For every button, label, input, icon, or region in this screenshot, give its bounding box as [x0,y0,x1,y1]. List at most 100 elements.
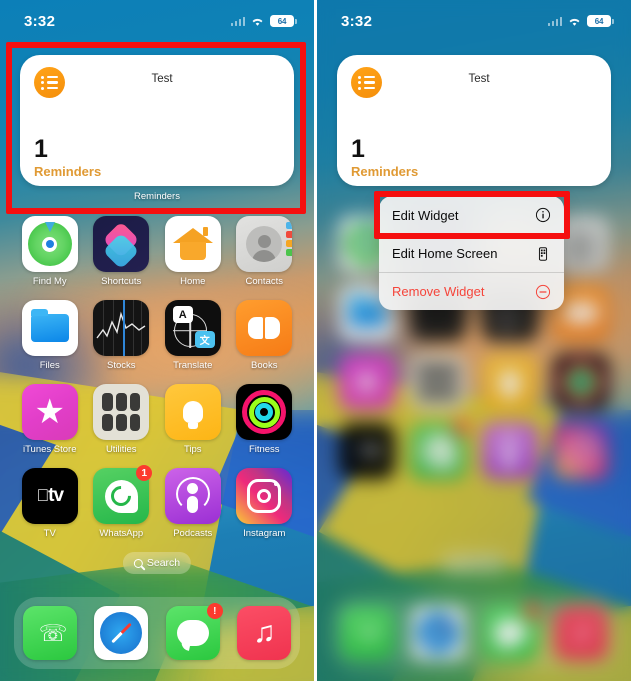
tips-icon [164,384,221,440]
app-label: TV [43,528,56,539]
context-menu-label: Edit Widget [392,207,459,223]
info-circle-icon [534,207,551,224]
dock: ☏ ! ♫ [14,597,300,669]
app-label: Instagram [243,528,286,539]
wifi-icon [567,16,582,27]
phone-screen-right: 3:32 64 ★ tv [317,0,631,681]
cellular-signal-icon [230,16,245,26]
contacts-icon [236,216,293,272]
files-icon [21,300,78,356]
app-tips[interactable]: Tips [157,384,229,455]
app-grid: Find My Shortcuts Home Contacts Files St… [0,216,314,539]
translate-source-letter: A [172,306,193,323]
translate-icon: A 文 [164,300,221,356]
app-utilities[interactable]: Utilities [86,384,158,455]
widget-title: Test [468,73,490,85]
app-fitness[interactable]: Fitness [229,384,301,455]
battery-level: 64 [594,16,604,26]
app-find-my[interactable]: Find My [14,216,86,287]
app-label: Find My [32,276,67,287]
app-itunes-store[interactable]: ★ iTunes Store [14,384,86,455]
app-label: Shortcuts [101,276,142,287]
fitness-icon [236,384,293,440]
dock-item-messages[interactable]: ! [165,603,223,660]
home-icon [164,216,221,272]
phone-icon: ☏ [22,606,77,660]
app-label: Books [251,360,278,371]
app-label: iTunes Store [22,444,77,455]
cellular-signal-icon [547,16,562,26]
app-label: Translate [173,360,213,371]
magnifier-icon [133,558,143,568]
itunes-store-icon: ★ [21,384,78,440]
dock-item-music[interactable]: ♫ [237,606,292,660]
podcasts-icon [164,468,221,524]
notification-badge: 1 [136,465,153,481]
status-bar-time: 3:32 [24,12,56,30]
apple-tv-icon: tv [21,468,78,524]
widget-subtitle: Reminders [351,164,419,179]
utilities-folder-icon [93,384,150,440]
books-icon [236,300,293,356]
widget-count: 1 [34,135,48,163]
app-label: Podcasts [173,528,213,539]
widget-count: 1 [351,135,365,163]
two-panel-screenshot: 3:32 64 Test 1 Reminders Reminders Find … [0,0,631,681]
app-podcasts[interactable]: Podcasts [157,468,229,539]
reminders-widget[interactable]: Test 1 Reminders [337,55,611,186]
translate-target-letter: 文 [194,331,215,348]
battery-level: 64 [277,16,287,26]
safari-icon [94,606,149,660]
dock-blurred: ☏ ! ♫ [331,597,617,669]
battery-icon: 64 [270,15,297,27]
context-menu-item-edit-widget[interactable]: Edit Widget [379,196,564,234]
edit-home-screen-icon [534,245,551,262]
app-contacts[interactable]: Contacts [229,216,301,287]
search-label: Search [146,557,181,569]
widget-title: Test [151,73,173,85]
app-label: Utilities [105,444,137,455]
app-translate[interactable]: A 文 Translate [157,300,229,371]
app-files[interactable]: Files [14,300,86,371]
minus-circle-icon [534,283,551,300]
shortcuts-icon [93,216,150,272]
music-icon: ♫ [237,606,292,660]
status-bar: 3:32 64 [317,0,631,36]
panel-divider [314,0,317,681]
app-whatsapp[interactable]: 1 WhatsApp [86,465,158,539]
search-pill-blurred: Search [439,552,509,574]
search-pill[interactable]: Search [122,552,192,574]
app-instagram[interactable]: Instagram [229,468,301,539]
widget-context-menu: Edit Widget Edit Home Screen Remove Widg… [379,196,564,310]
app-home[interactable]: Home [157,216,229,287]
app-label: Stocks [106,360,136,371]
context-menu-label: Remove Widget [392,284,485,299]
app-label: Tips [183,444,202,455]
app-label: WhatsApp [99,528,144,539]
app-stocks[interactable]: Stocks [86,300,158,371]
status-bar-time: 3:32 [341,12,373,30]
context-menu-label: Edit Home Screen [392,246,498,261]
app-shortcuts[interactable]: Shortcuts [86,216,158,287]
app-books[interactable]: Books [229,300,301,371]
widget-subtitle: Reminders [34,164,102,179]
app-tv[interactable]: tv TV [14,468,86,539]
app-label: Fitness [248,444,280,455]
stocks-icon [93,300,150,356]
notification-badge: ! [206,603,223,619]
reminders-widget[interactable]: Test 1 Reminders Reminders [20,55,294,202]
find-my-icon [21,216,78,272]
app-label: Home [180,276,206,287]
phone-screen-left: 3:32 64 Test 1 Reminders Reminders Find … [0,0,314,681]
instagram-icon [236,468,293,524]
wifi-icon [250,16,265,27]
app-label: Files [39,360,60,371]
status-bar: 3:32 64 [0,0,314,36]
dock-item-safari[interactable] [94,606,149,660]
dock-item-phone[interactable]: ☏ [22,606,77,660]
widget-label: Reminders [134,191,180,202]
context-menu-item-remove-widget[interactable]: Remove Widget [379,272,564,310]
app-label: Contacts [245,276,284,287]
context-menu-item-edit-home-screen[interactable]: Edit Home Screen [379,234,564,272]
battery-icon: 64 [587,15,614,27]
